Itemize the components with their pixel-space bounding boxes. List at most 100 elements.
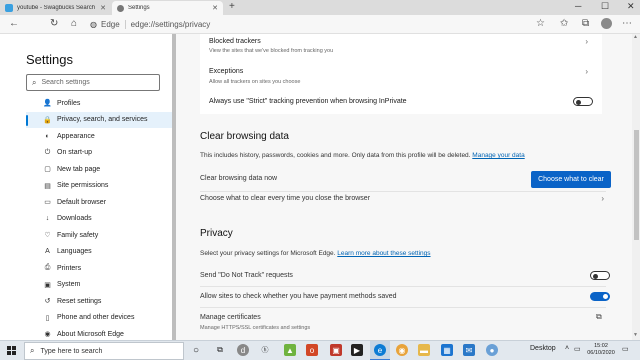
chrome-icon[interactable]: ◉ (396, 344, 408, 356)
sidebar-item-system[interactable]: ▣ System (26, 277, 172, 294)
address-bar[interactable]: ◍ Edge edge://settings/privacy (90, 17, 552, 32)
search-settings-field[interactable]: ⌕ (26, 74, 160, 91)
permissions-icon: ▤ (44, 182, 51, 190)
back-icon[interactable]: ← (9, 18, 19, 30)
android-icon[interactable]: ▲ (284, 344, 296, 356)
clear-browsing-description: This includes history, passwords, cookie… (200, 152, 525, 159)
clear-browsing-heading: Clear browsing data (200, 131, 289, 142)
mail-icon[interactable]: ✉ (463, 344, 475, 356)
strict-inprivate-toggle[interactable] (573, 97, 593, 106)
sidebar-item-privacy-search-and-services[interactable]: 🔒 Privacy, search, and services (26, 111, 172, 128)
edge-page-icon: ◍ (90, 20, 97, 29)
media-icon[interactable]: ▶ (351, 344, 363, 356)
windows-taskbar: ⌕ Type here to search ○ ⧉ d ⓗ ▲ o ▣ ▶ e … (0, 340, 640, 360)
sidebar-item-label: Languages (57, 248, 92, 256)
do-not-track-label: Send "Do Not Track" requests (200, 272, 293, 279)
do-not-track-toggle[interactable] (590, 271, 610, 280)
sidebar-item-label: Downloads (57, 215, 92, 223)
minimize-icon[interactable]: ─ (575, 1, 581, 11)
new-tab-button[interactable]: + (229, 1, 235, 12)
browser-icon: ▭ (44, 199, 51, 207)
close-icon[interactable]: ✕ (212, 4, 218, 12)
sidebar-item-label: Site permissions (57, 182, 109, 190)
scroll-up-icon[interactable]: ▲ (633, 34, 638, 40)
office-icon[interactable]: o (306, 344, 318, 356)
chevron-up-icon[interactable]: ˄ (565, 345, 569, 352)
choose-what-to-clear-button[interactable]: Choose what to clear (531, 171, 611, 188)
manage-certificates-title[interactable]: Manage certificates (200, 314, 261, 321)
explorer-icon[interactable]: ▬ (418, 344, 430, 356)
edge-icon[interactable]: e (374, 344, 386, 356)
payment-methods-label: Allow sites to check whether you have pa… (200, 293, 397, 300)
blocked-trackers-title[interactable]: Blocked trackers (209, 38, 261, 45)
taskbar-clock[interactable]: 15:02 06/10/2020 (586, 343, 616, 357)
tab-strip: youtube - Swagbucks Search ✕ Settings ✕ … (0, 0, 640, 15)
window-close-icon[interactable]: ✕ (627, 1, 635, 12)
photos-icon[interactable]: ▣ (330, 344, 342, 356)
manage-data-link[interactable]: Manage your data (472, 152, 524, 159)
chevron-right-icon[interactable]: › (601, 194, 604, 203)
scroll-down-icon[interactable]: ▼ (633, 332, 638, 338)
search-icon: ⌕ (30, 346, 35, 355)
sidebar-item-default-browser[interactable]: ▭ Default browser (26, 194, 172, 211)
sidebar-item-family-safety[interactable]: ♡ Family safety (26, 227, 172, 244)
sidebar-item-appearance[interactable]: ◐ Appearance (26, 128, 172, 145)
taskbar-search[interactable]: ⌕ Type here to search (24, 342, 184, 360)
hp-icon[interactable]: ⓗ (259, 344, 271, 356)
dell-icon[interactable]: d (237, 344, 249, 356)
privacy-description: Select your privacy settings for Microso… (200, 250, 431, 257)
sidebar-item-about-microsoft-edge[interactable]: ◉ About Microsoft Edge (26, 326, 172, 340)
sidebar-item-label: About Microsoft Edge (57, 330, 124, 338)
family-icon: ♡ (44, 232, 51, 240)
blocked-trackers-sub: View the sites that we've blocked from t… (209, 48, 334, 54)
sidebar-item-reset-settings[interactable]: ↺ Reset settings (26, 293, 172, 310)
tab-title: Settings (128, 5, 150, 11)
maximize-icon[interactable]: ☐ (601, 1, 609, 12)
divider (200, 286, 606, 287)
sidebar-item-downloads[interactable]: ↓ Downloads (26, 211, 172, 228)
task-view-icon[interactable]: ⧉ (214, 344, 226, 356)
refresh-icon[interactable]: ↻ (50, 18, 58, 30)
app-icon[interactable]: ● (486, 344, 498, 356)
clear-description-text: This includes history, passwords, cookie… (200, 152, 471, 159)
exceptions-title[interactable]: Exceptions (209, 68, 243, 75)
sidebar-item-on-start-up[interactable]: ⏻ On start-up (26, 145, 172, 162)
profile-avatar[interactable] (601, 18, 612, 29)
privacy-heading: Privacy (200, 228, 233, 239)
sidebar-item-profiles[interactable]: 👤 Profiles (26, 95, 172, 112)
clear-on-close-label[interactable]: Choose what to clear every time you clos… (200, 195, 370, 202)
collections-icon[interactable]: ⧉ (582, 18, 589, 30)
sidebar-item-site-permissions[interactable]: ▤ Site permissions (26, 178, 172, 195)
favorites-icon[interactable]: ✩ (560, 18, 568, 30)
privacy-main: Blocked trackers View the sites that we'… (176, 34, 632, 340)
sidebar-item-languages[interactable]: A Languages (26, 244, 172, 261)
page-scrollbar-thumb[interactable] (634, 130, 639, 240)
windows-start-icon[interactable] (7, 346, 16, 355)
cortana-icon[interactable]: ○ (190, 344, 202, 356)
close-icon[interactable]: ✕ (100, 4, 106, 12)
sidebar-item-phone-and-other-devices[interactable]: ▯ Phone and other devices (26, 310, 172, 327)
sidebar-item-printers[interactable]: ⎙ Printers (26, 260, 172, 277)
tab-settings[interactable]: Settings ✕ (112, 1, 223, 15)
network-icon[interactable]: ▭ (574, 345, 581, 353)
sidebar-item-label: On start-up (57, 149, 93, 157)
privacy-description-text: Select your privacy settings for Microso… (200, 250, 336, 257)
desktop-toolbar-label[interactable]: Desktop (530, 345, 556, 352)
notification-icon[interactable]: ▭ (622, 345, 629, 353)
learn-more-link[interactable]: Learn more about these settings (337, 250, 430, 257)
chevron-right-icon[interactable]: › (585, 67, 588, 76)
sidebar-item-label: Printers (57, 264, 82, 272)
favorite-star-icon[interactable]: ☆ (536, 18, 545, 30)
tab-swagbucks[interactable]: youtube - Swagbucks Search ✕ (0, 1, 111, 15)
search-input[interactable] (41, 79, 152, 86)
payment-methods-toggle[interactable] (590, 292, 610, 301)
home-icon[interactable]: ⌂ (71, 18, 77, 30)
more-icon[interactable]: ⋯ (622, 18, 632, 30)
store-icon[interactable]: ▦ (441, 344, 453, 356)
divider (200, 191, 606, 192)
address-toolbar: ← ↻ ⌂ ◍ Edge edge://settings/privacy ☆ ✩… (0, 15, 640, 34)
sidebar-item-new-tab-page[interactable]: ▢ New tab page (26, 161, 172, 178)
external-link-icon[interactable]: ⧉ (596, 312, 602, 322)
tracking-card: Blocked trackers View the sites that we'… (200, 34, 602, 114)
chevron-right-icon[interactable]: › (585, 37, 588, 46)
